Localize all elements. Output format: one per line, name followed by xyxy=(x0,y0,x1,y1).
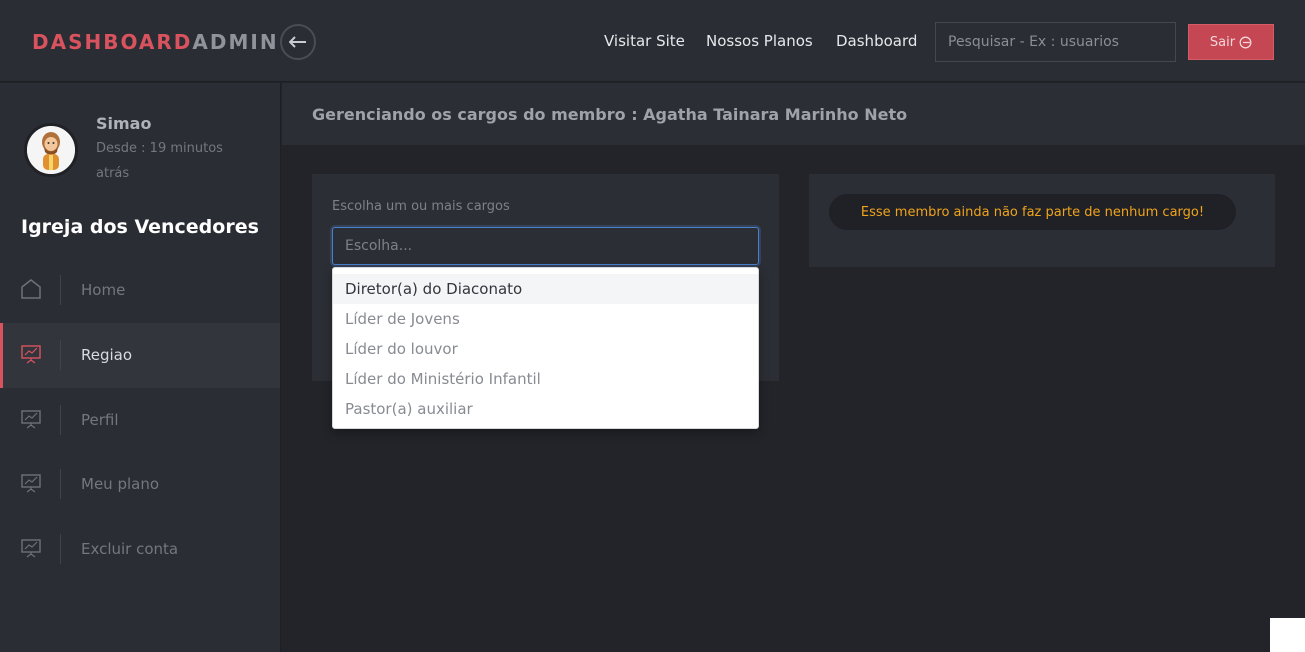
logout-button[interactable]: Sair xyxy=(1188,24,1274,60)
sidebar-item-label: Regiao xyxy=(81,346,133,364)
sidebar-toggle-button[interactable] xyxy=(280,24,316,60)
member-roles-card: Esse membro ainda não faz parte de nenhu… xyxy=(809,174,1275,267)
sidebar-item-home[interactable]: Home xyxy=(0,258,280,323)
top-bar: DASHBOARDADMIN Visitar Site Nossos Plano… xyxy=(0,0,1305,82)
sidebar-item-label: Excluir conta xyxy=(81,540,179,558)
roles-select-input[interactable] xyxy=(332,227,759,265)
logout-label: Sair xyxy=(1209,34,1236,50)
sidebar-item-meu-plano[interactable]: Meu plano xyxy=(0,452,280,517)
sidebar-item-perfil[interactable]: Perfil xyxy=(0,388,280,453)
user-since: Desde : 19 minutos atrás xyxy=(96,141,223,181)
sidebar-separator xyxy=(60,275,61,305)
dropdown-option[interactable]: Diretor(a) do Diaconato xyxy=(333,274,758,304)
roles-select-label: Escolha um ou mais cargos xyxy=(332,199,510,214)
brand-part-1: DASHBOARD xyxy=(32,30,193,54)
sidebar-separator xyxy=(60,340,61,370)
logout-icon xyxy=(1239,36,1252,48)
sidebar-separator xyxy=(60,405,61,435)
sidebar: Simao Desde : 19 minutos atrás Igreja do… xyxy=(0,83,281,652)
user-name: Simao xyxy=(96,114,152,133)
nav-nossos-planos[interactable]: Nossos Planos xyxy=(706,32,813,50)
brand-part-2: ADMIN xyxy=(192,30,279,54)
avatar xyxy=(24,123,78,177)
sidebar-item-label: Meu plano xyxy=(81,475,160,493)
sidebar-item-regiao[interactable]: Regiao xyxy=(0,323,280,388)
presentation-chart-icon xyxy=(20,343,42,365)
brand-logo[interactable]: DASHBOARDADMIN xyxy=(32,30,279,54)
sidebar-item-label: Home xyxy=(81,281,126,299)
nav-visitar-site[interactable]: Visitar Site xyxy=(604,32,685,50)
nav-dashboard[interactable]: Dashboard xyxy=(836,32,917,50)
sidebar-item-label: Perfil xyxy=(81,411,119,429)
content-header: Gerenciando os cargos do membro : Agatha… xyxy=(282,83,1305,145)
corner-widget xyxy=(1270,618,1305,652)
no-roles-notice: Esse membro ainda não faz parte de nenhu… xyxy=(829,194,1236,230)
church-name: Igreja dos Vencedores xyxy=(21,216,259,238)
dropdown-option[interactable]: Pastor(a) auxiliar xyxy=(333,394,758,424)
sidebar-separator xyxy=(60,469,61,499)
presentation-chart-icon xyxy=(20,537,42,559)
presentation-chart-icon xyxy=(20,408,42,430)
dropdown-option[interactable]: Líder do Ministério Infantil xyxy=(333,364,758,394)
arrow-left-icon xyxy=(289,36,306,48)
sidebar-item-excluir-conta[interactable]: Excluir conta xyxy=(0,517,280,582)
home-icon xyxy=(20,278,42,300)
user-avatar-icon xyxy=(27,126,75,174)
roles-dropdown: Diretor(a) do Diaconato Líder de Jovens … xyxy=(332,267,759,429)
dropdown-option[interactable]: Líder de Jovens xyxy=(333,304,758,334)
page-title: Gerenciando os cargos do membro : Agatha… xyxy=(312,105,908,124)
dropdown-option[interactable]: Líder do louvor xyxy=(333,334,758,364)
sidebar-separator xyxy=(60,534,61,564)
search-input[interactable] xyxy=(935,22,1176,62)
presentation-chart-icon xyxy=(20,472,42,494)
